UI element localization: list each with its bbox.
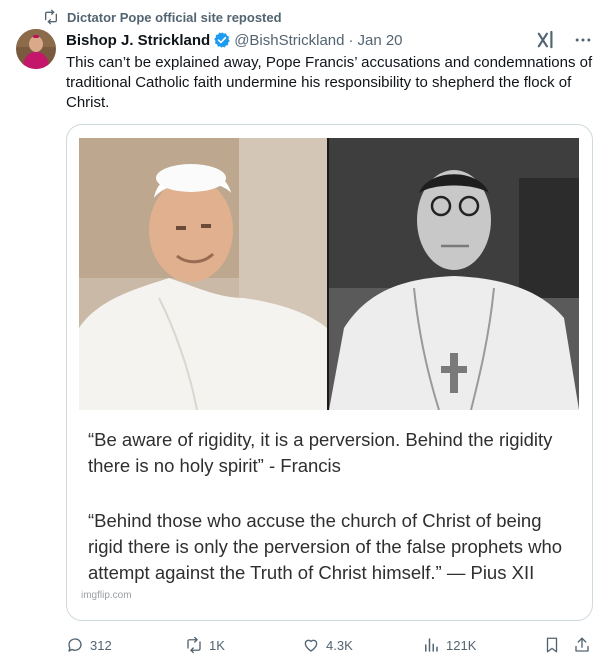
repost-label: Dictator Pope official site reposted <box>67 9 282 25</box>
views-count: 121K <box>446 637 477 653</box>
reply-icon <box>68 638 82 652</box>
grok-icon[interactable] <box>537 30 555 50</box>
tweet-text: This can’t be explained away, Pope Franc… <box>66 54 593 111</box>
repost-button[interactable]: 1K <box>185 636 225 654</box>
author-name[interactable]: Bishop J. Strickland <box>66 32 210 49</box>
views-button[interactable]: 121K <box>422 636 476 654</box>
like-button[interactable]: 4.3K <box>302 636 353 654</box>
reply-button[interactable]: 312 <box>66 636 112 654</box>
tweet-date[interactable]: Jan 20 <box>357 32 402 49</box>
share-icon[interactable] <box>573 636 591 654</box>
author-handle[interactable]: @BishStrickland <box>234 32 344 49</box>
views-chart-icon <box>425 638 438 652</box>
heart-icon <box>304 639 318 652</box>
tweet-media[interactable]: “Be aware of rigidity, it is a perversio… <box>66 124 593 621</box>
quote-pius-xii: “Behind those who accuse the church of C… <box>88 510 563 583</box>
repost-icon <box>45 9 57 25</box>
tweet-header: Bishop J. Strickland @BishStrickland · J… <box>66 30 595 50</box>
action-bar: 312 1K 4.3K 121K <box>66 636 596 656</box>
bookmark-icon[interactable] <box>543 636 561 654</box>
comparison-photo <box>79 138 579 410</box>
separator-dot: · <box>348 31 354 49</box>
more-options-icon[interactable] <box>573 30 593 50</box>
quote-francis: “Be aware of rigidity, it is a perversio… <box>88 429 553 476</box>
verified-badge-icon[interactable] <box>213 31 231 49</box>
avatar[interactable] <box>16 29 56 69</box>
watermark: imgflip.com <box>81 590 132 601</box>
reply-count: 312 <box>90 637 112 653</box>
repost-indicator[interactable]: Dictator Pope official site reposted <box>43 9 282 25</box>
repost-count: 1K <box>209 637 225 653</box>
repost-action-icon <box>187 636 201 654</box>
like-count: 4.3K <box>326 637 353 653</box>
